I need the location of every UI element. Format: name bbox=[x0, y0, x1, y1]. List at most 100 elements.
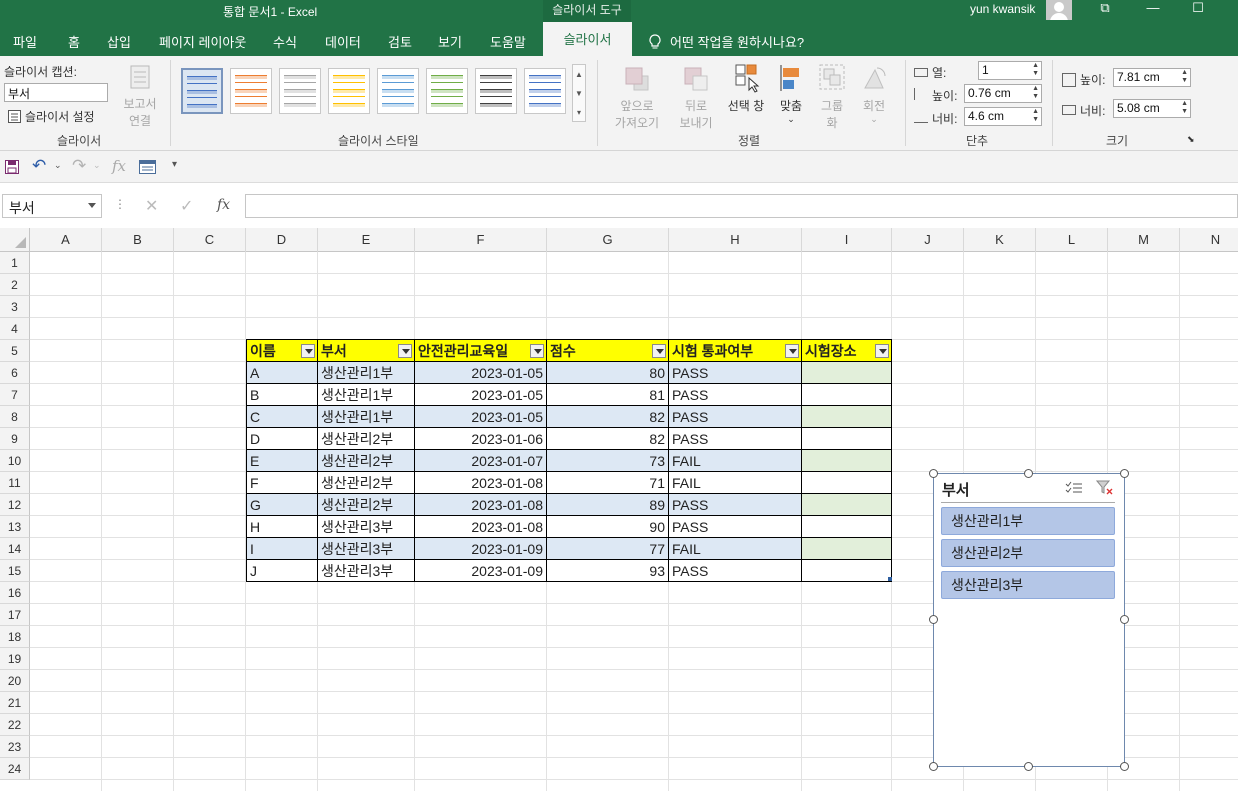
more-icon[interactable]: ⋮ bbox=[114, 197, 126, 211]
column-header[interactable]: E bbox=[318, 228, 415, 252]
table-cell[interactable]: 생산관리2부 bbox=[318, 472, 415, 494]
rotate-button[interactable]: 회전 ⌄ bbox=[854, 62, 894, 125]
table-cell[interactable]: PASS bbox=[669, 516, 802, 538]
row-header[interactable]: 12 bbox=[0, 494, 30, 516]
table-cell[interactable]: 2023-01-05 bbox=[415, 406, 547, 428]
cancel-icon[interactable]: ✕ bbox=[145, 196, 158, 216]
table-cell[interactable]: FAIL bbox=[669, 450, 802, 472]
table-cell[interactable]: FAIL bbox=[669, 538, 802, 560]
table-header-cell[interactable]: 안전관리교육일 bbox=[415, 339, 547, 362]
spinner-arrows-icon[interactable]: ▲ ▼ bbox=[1032, 62, 1039, 78]
formula-input[interactable] bbox=[245, 194, 1238, 218]
tab-home[interactable]: 홈 bbox=[68, 32, 80, 51]
tab-review[interactable]: 검토 bbox=[388, 32, 412, 51]
column-header[interactable]: A bbox=[30, 228, 102, 252]
table-cell[interactable]: 생산관리3부 bbox=[318, 560, 415, 582]
filter-dropdown-icon[interactable] bbox=[652, 344, 666, 358]
table-cell[interactable]: 93 bbox=[547, 560, 669, 582]
row-header[interactable]: 5 bbox=[0, 340, 30, 362]
column-header[interactable]: C bbox=[174, 228, 246, 252]
chevron-down-icon[interactable] bbox=[88, 203, 96, 208]
slicer-item[interactable]: 생산관리2부 bbox=[941, 539, 1115, 567]
clear-filter-icon[interactable] bbox=[1096, 480, 1114, 496]
slicer-item[interactable]: 생산관리1부 bbox=[941, 507, 1115, 535]
slicer-item[interactable]: 생산관리3부 bbox=[941, 571, 1115, 599]
table-cell[interactable] bbox=[802, 494, 892, 516]
table-cell[interactable] bbox=[802, 384, 892, 406]
undo-dropdown-icon[interactable]: ⌄ bbox=[54, 160, 62, 171]
slicer-height-input[interactable]: 7.81 cm ▲ ▼ bbox=[1113, 68, 1191, 87]
table-cell[interactable]: 생산관리2부 bbox=[318, 428, 415, 450]
name-box[interactable]: 부서 bbox=[2, 194, 102, 218]
row-header[interactable]: 14 bbox=[0, 538, 30, 560]
row-header[interactable]: 18 bbox=[0, 626, 30, 648]
table-cell[interactable]: 2023-01-09 bbox=[415, 560, 547, 582]
column-header[interactable]: I bbox=[802, 228, 892, 252]
table-cell[interactable]: 82 bbox=[547, 428, 669, 450]
table-cell[interactable]: FAIL bbox=[669, 472, 802, 494]
row-header[interactable]: 4 bbox=[0, 318, 30, 340]
user-name[interactable]: yun kwansik bbox=[970, 2, 1035, 16]
spinner-arrows-icon[interactable]: ▲ ▼ bbox=[1181, 69, 1188, 85]
slicer-style-option[interactable] bbox=[328, 68, 370, 114]
table-cell[interactable]: 89 bbox=[547, 494, 669, 516]
row-header[interactable]: 8 bbox=[0, 406, 30, 428]
resize-handle[interactable] bbox=[1120, 762, 1129, 771]
filter-dropdown-icon[interactable] bbox=[785, 344, 799, 358]
customize-qat-icon[interactable]: ▾ bbox=[172, 159, 177, 170]
column-header[interactable]: K bbox=[964, 228, 1036, 252]
column-header[interactable]: J bbox=[892, 228, 964, 252]
column-header[interactable]: B bbox=[102, 228, 174, 252]
slicer-style-option[interactable] bbox=[230, 68, 272, 114]
table-cell[interactable]: 2023-01-08 bbox=[415, 516, 547, 538]
table-cell[interactable] bbox=[802, 428, 892, 450]
spinner-arrows-icon[interactable]: ▲ ▼ bbox=[1181, 100, 1188, 116]
table-cell[interactable]: 생산관리2부 bbox=[318, 494, 415, 516]
avatar[interactable] bbox=[1046, 0, 1072, 20]
slicer-style-option[interactable] bbox=[426, 68, 468, 114]
slicer-style-option[interactable] bbox=[475, 68, 517, 114]
table-cell[interactable]: 82 bbox=[547, 406, 669, 428]
row-header[interactable]: 21 bbox=[0, 692, 30, 714]
table-cell[interactable]: 2023-01-05 bbox=[415, 384, 547, 406]
column-header[interactable]: D bbox=[246, 228, 318, 252]
table-cell[interactable]: 2023-01-05 bbox=[415, 362, 547, 384]
row-header[interactable]: 20 bbox=[0, 670, 30, 692]
send-backward-button[interactable]: 뒤로 보내기 bbox=[670, 64, 722, 131]
tab-formulas[interactable]: 수식 bbox=[273, 32, 297, 51]
slicer-style-option[interactable] bbox=[279, 68, 321, 114]
table-cell[interactable] bbox=[802, 362, 892, 384]
table-cell[interactable]: PASS bbox=[669, 406, 802, 428]
tab-help[interactable]: 도움말 bbox=[490, 32, 526, 51]
tab-view[interactable]: 보기 bbox=[438, 32, 462, 51]
table-cell[interactable]: I bbox=[246, 538, 318, 560]
bring-forward-button[interactable]: 앞으로 가져오기 bbox=[606, 64, 668, 131]
table-cell[interactable]: PASS bbox=[669, 560, 802, 582]
row-header[interactable]: 24 bbox=[0, 758, 30, 780]
row-header[interactable]: 3 bbox=[0, 296, 30, 318]
table-resize-handle[interactable] bbox=[888, 577, 892, 581]
table-cell[interactable]: PASS bbox=[669, 362, 802, 384]
table-cell[interactable]: 2023-01-08 bbox=[415, 494, 547, 516]
row-header[interactable]: 1 bbox=[0, 252, 30, 274]
table-cell[interactable]: PASS bbox=[669, 384, 802, 406]
table-cell[interactable]: 81 bbox=[547, 384, 669, 406]
column-header[interactable]: G bbox=[547, 228, 669, 252]
row-header[interactable]: 16 bbox=[0, 582, 30, 604]
row-header[interactable]: 17 bbox=[0, 604, 30, 626]
table-cell[interactable]: PASS bbox=[669, 428, 802, 450]
row-header[interactable]: 7 bbox=[0, 384, 30, 406]
table-cell[interactable]: 2023-01-07 bbox=[415, 450, 547, 472]
table-cell[interactable]: C bbox=[246, 406, 318, 428]
resize-handle[interactable] bbox=[929, 469, 938, 478]
slicer-panel[interactable]: 부서 생산관리1부 생산관리2부 생산관리3부 bbox=[929, 469, 1129, 771]
tab-page-layout[interactable]: 페이지 레이아웃 bbox=[159, 32, 246, 51]
table-cell[interactable] bbox=[802, 560, 892, 582]
function-icon[interactable]: fx bbox=[217, 197, 230, 213]
columns-input[interactable]: 1 ▲ ▼ bbox=[978, 61, 1042, 80]
filter-dropdown-icon[interactable] bbox=[398, 344, 412, 358]
group-objects-button[interactable]: 그룹 화 bbox=[814, 62, 850, 131]
form-icon[interactable] bbox=[139, 160, 156, 174]
table-cell[interactable]: G bbox=[246, 494, 318, 516]
table-cell[interactable]: B bbox=[246, 384, 318, 406]
